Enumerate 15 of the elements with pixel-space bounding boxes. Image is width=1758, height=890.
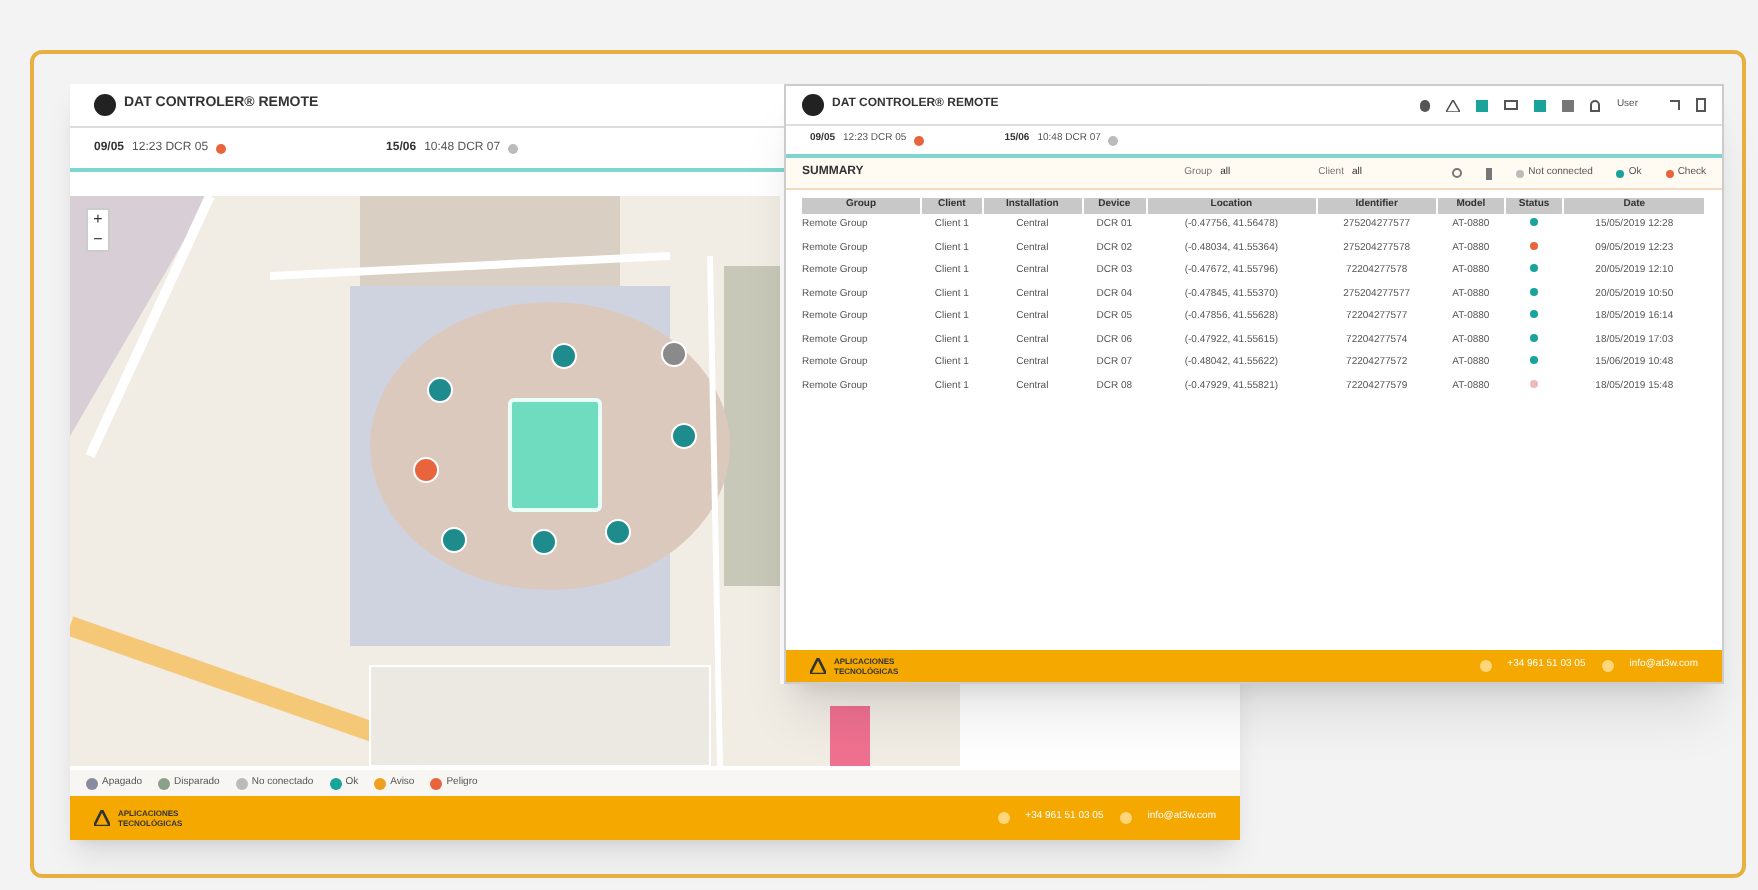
search-icon[interactable] bbox=[1452, 168, 1463, 178]
email-icon bbox=[1119, 812, 1132, 824]
logo-icon bbox=[802, 94, 824, 116]
phone-icon bbox=[1479, 660, 1492, 672]
zoom-button[interactable]: − bbox=[88, 230, 108, 250]
map-pin-icon[interactable] bbox=[1420, 99, 1431, 111]
alert-badge bbox=[1476, 99, 1489, 111]
logo-icon bbox=[94, 94, 116, 116]
warning-icon[interactable] bbox=[1446, 99, 1461, 111]
zoom-button[interactable]: + bbox=[88, 210, 108, 230]
triangle-logo-icon bbox=[94, 810, 110, 826]
email-icon bbox=[1601, 660, 1614, 672]
device-badge bbox=[1534, 99, 1547, 111]
phone-icon bbox=[997, 812, 1010, 824]
triangle-logo-icon bbox=[810, 658, 826, 674]
